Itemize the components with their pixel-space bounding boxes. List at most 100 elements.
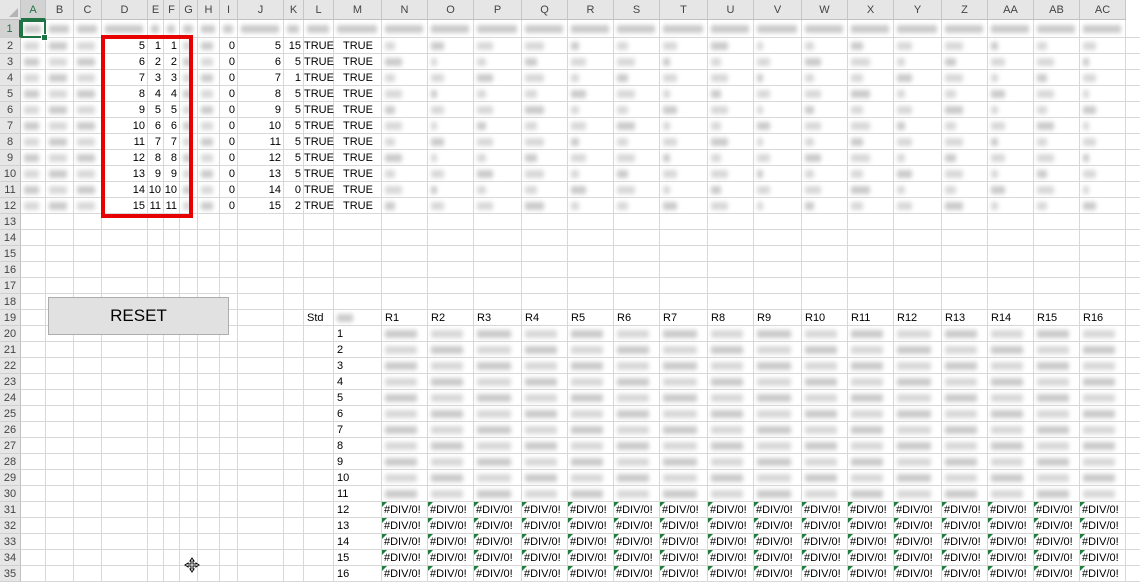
error-cell[interactable]: #DIV/0! (1080, 534, 1126, 550)
cell-f[interactable]: 10 (164, 182, 180, 198)
row-header-27[interactable]: 27 (0, 438, 21, 454)
cell-i[interactable]: 0 (220, 86, 238, 102)
cell-e[interactable]: 6 (148, 118, 164, 134)
cell-e[interactable]: 10 (148, 182, 164, 198)
row-header-19[interactable]: 19 (0, 310, 21, 326)
index-value[interactable]: 3 (334, 358, 382, 374)
r-header[interactable]: R9 (754, 310, 802, 326)
cell-f[interactable]: 7 (164, 134, 180, 150)
row-header-4[interactable]: 4 (0, 70, 21, 86)
column-header-n[interactable]: N (382, 0, 428, 20)
column-header-g[interactable]: G (180, 0, 198, 20)
error-cell[interactable]: #DIV/0! (894, 502, 942, 518)
cell-e[interactable]: 3 (148, 70, 164, 86)
error-cell[interactable]: #DIV/0! (708, 534, 754, 550)
error-cell[interactable]: #DIV/0! (614, 566, 660, 582)
cell-f[interactable]: 8 (164, 150, 180, 166)
cell-l[interactable]: TRUE (304, 102, 334, 118)
error-cell[interactable]: #DIV/0! (614, 550, 660, 566)
cell-f[interactable]: 1 (164, 38, 180, 54)
row-header-35[interactable]: 35 (0, 566, 21, 582)
cell-i[interactable]: 0 (220, 150, 238, 166)
row-header-12[interactable]: 12 (0, 198, 21, 214)
cell-l[interactable]: TRUE (304, 134, 334, 150)
column-header-z[interactable]: Z (942, 0, 988, 20)
error-cell[interactable]: #DIV/0! (942, 550, 988, 566)
cell-m[interactable]: TRUE (334, 150, 382, 166)
r-header[interactable]: R7 (660, 310, 708, 326)
error-cell[interactable]: #DIV/0! (474, 550, 522, 566)
index-value[interactable]: 14 (334, 534, 382, 550)
row-header-15[interactable]: 15 (0, 246, 21, 262)
index-value[interactable]: 10 (334, 470, 382, 486)
cell-d[interactable]: 13 (102, 166, 148, 182)
r-header[interactable]: R1 (382, 310, 428, 326)
row-header-18[interactable]: 18 (0, 294, 21, 310)
row-header-33[interactable]: 33 (0, 534, 21, 550)
error-cell[interactable]: #DIV/0! (660, 566, 708, 582)
r-header[interactable]: R2 (428, 310, 474, 326)
error-cell[interactable]: #DIV/0! (1080, 502, 1126, 518)
error-cell[interactable]: #DIV/0! (428, 502, 474, 518)
error-cell[interactable]: #DIV/0! (848, 550, 894, 566)
cell-i[interactable]: 0 (220, 166, 238, 182)
error-cell[interactable]: #DIV/0! (382, 534, 428, 550)
column-header-q[interactable]: Q (522, 0, 568, 20)
column-header-e[interactable]: E (148, 0, 164, 20)
error-cell[interactable]: #DIV/0! (988, 534, 1034, 550)
r-header[interactable]: R3 (474, 310, 522, 326)
cell-j[interactable]: 5 (238, 38, 284, 54)
column-header-a[interactable]: A (21, 0, 46, 20)
cell-l[interactable]: TRUE (304, 70, 334, 86)
column-header-m[interactable]: M (334, 0, 382, 20)
error-cell[interactable]: #DIV/0! (1034, 550, 1080, 566)
cell-e[interactable]: 8 (148, 150, 164, 166)
cell-d[interactable]: 15 (102, 198, 148, 214)
cell-k[interactable]: 15 (284, 38, 304, 54)
cell-l[interactable]: TRUE (304, 54, 334, 70)
error-cell[interactable]: #DIV/0! (894, 566, 942, 582)
cell-e[interactable]: 7 (148, 134, 164, 150)
cell-j[interactable]: 13 (238, 166, 284, 182)
index-value[interactable]: 5 (334, 390, 382, 406)
error-cell[interactable]: #DIV/0! (1080, 550, 1126, 566)
cell-e[interactable]: 9 (148, 166, 164, 182)
row-header-3[interactable]: 3 (0, 54, 21, 70)
r-header[interactable]: R14 (988, 310, 1034, 326)
cell-k[interactable]: 5 (284, 54, 304, 70)
column-header-ab[interactable]: AB (1034, 0, 1080, 20)
error-cell[interactable]: #DIV/0! (660, 550, 708, 566)
cell-d[interactable]: 7 (102, 70, 148, 86)
cell-m[interactable]: TRUE (334, 102, 382, 118)
cell-i[interactable]: 0 (220, 134, 238, 150)
cell-j[interactable]: 10 (238, 118, 284, 134)
index-value[interactable]: 11 (334, 486, 382, 502)
error-cell[interactable]: #DIV/0! (708, 518, 754, 534)
r-header[interactable]: R16 (1080, 310, 1126, 326)
error-cell[interactable]: #DIV/0! (568, 518, 614, 534)
cell-l[interactable]: TRUE (304, 182, 334, 198)
column-header-r[interactable]: R (568, 0, 614, 20)
column-header-d[interactable]: D (102, 0, 148, 20)
error-cell[interactable]: #DIV/0! (382, 566, 428, 582)
cell-k[interactable]: 1 (284, 70, 304, 86)
error-cell[interactable]: #DIV/0! (708, 502, 754, 518)
error-cell[interactable]: #DIV/0! (474, 502, 522, 518)
column-header-w[interactable]: W (802, 0, 848, 20)
cell-d[interactable]: 8 (102, 86, 148, 102)
error-cell[interactable]: #DIV/0! (660, 518, 708, 534)
cell-l[interactable]: TRUE (304, 86, 334, 102)
column-header-ac[interactable]: AC (1080, 0, 1126, 20)
column-header-y[interactable]: Y (894, 0, 942, 20)
row-header-26[interactable]: 26 (0, 422, 21, 438)
cell-l[interactable]: TRUE (304, 166, 334, 182)
cell-k[interactable]: 5 (284, 150, 304, 166)
cell-f[interactable]: 11 (164, 198, 180, 214)
cell-m[interactable]: TRUE (334, 198, 382, 214)
error-cell[interactable]: #DIV/0! (1034, 566, 1080, 582)
column-header-j[interactable]: J (238, 0, 284, 20)
cell-j[interactable]: 12 (238, 150, 284, 166)
error-cell[interactable]: #DIV/0! (614, 502, 660, 518)
cell-k[interactable]: 5 (284, 134, 304, 150)
cell-f[interactable]: 9 (164, 166, 180, 182)
